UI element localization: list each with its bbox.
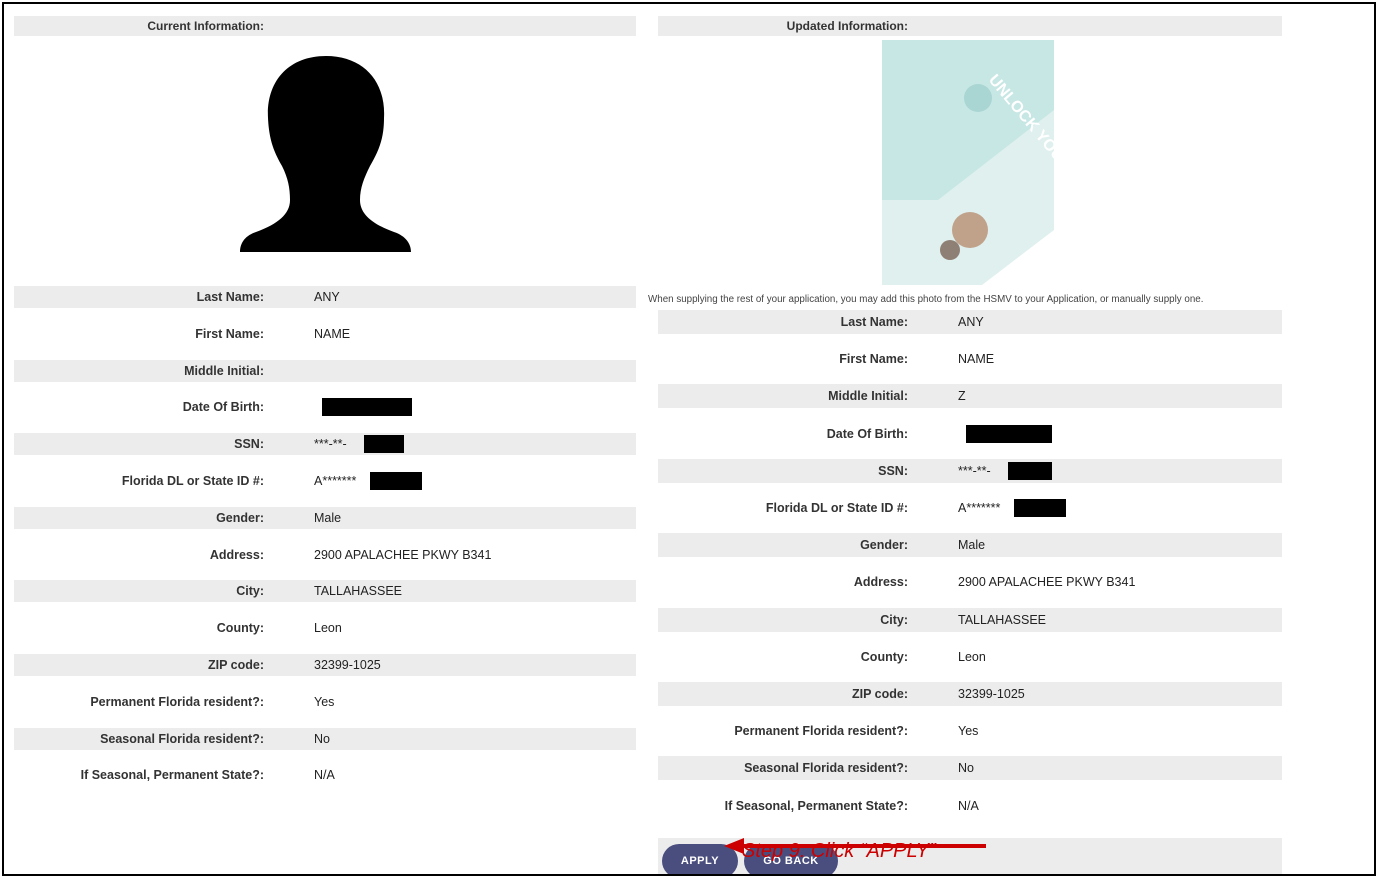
photo-note: When supplying the rest of your applicat… xyxy=(648,294,1204,305)
field-row: County: Leon xyxy=(658,645,1282,669)
current-photo xyxy=(14,36,636,286)
field-row: Date Of Birth: xyxy=(14,396,636,418)
field-row: ZIP code: 32399-1025 xyxy=(658,682,1282,706)
current-information-heading: Current Information: xyxy=(14,16,636,36)
field-value: 32399-1025 xyxy=(314,658,381,672)
field-label: City: xyxy=(236,584,264,599)
field-label: Date Of Birth: xyxy=(826,426,908,441)
redaction-bar xyxy=(363,435,404,454)
field-label: Gender: xyxy=(216,510,264,525)
updated-information-heading: Updated Information: xyxy=(658,16,1282,36)
field-label: Gender: xyxy=(860,538,908,553)
field-label: Address: xyxy=(853,575,908,590)
field-label: Permanent Florida resident?: xyxy=(90,694,264,709)
field-label: Seasonal Florida resident?: xyxy=(100,731,264,746)
field-value: Leon xyxy=(314,621,342,636)
field-value: ***-**- xyxy=(314,437,347,452)
step-callout: Step 9: Click “APPLY” xyxy=(742,840,936,862)
redaction-bar xyxy=(966,424,1052,443)
field-label: County: xyxy=(860,649,908,664)
field-value: NAME xyxy=(958,352,995,367)
field-value: N/A xyxy=(314,768,335,783)
field-row: Seasonal Florida resident?: No xyxy=(14,727,636,750)
field-row: First Name: NAME xyxy=(658,347,1282,371)
field-value: ***-**- xyxy=(958,463,991,478)
redaction-bar xyxy=(322,398,412,417)
field-value: ANY xyxy=(314,290,340,304)
field-row: Permanent Florida resident?: Yes xyxy=(658,719,1282,743)
field-label: City: xyxy=(880,612,908,627)
hsmv-photo-icon: UNLOCK YOUR POTENTIAL xyxy=(882,40,1058,285)
field-label: ZIP code: xyxy=(851,687,908,701)
field-value: NAME xyxy=(314,326,351,341)
field-row: If Seasonal, Permanent State?: N/A xyxy=(14,764,636,786)
field-row: City: TALLAHASSEE xyxy=(658,607,1282,632)
field-value: Yes xyxy=(958,724,979,739)
field-label: Date Of Birth: xyxy=(182,400,264,415)
field-row: Address: 2900 APALACHEE PKWY B341 xyxy=(14,544,636,566)
field-label: Florida DL or State ID #: xyxy=(765,501,908,515)
updated-photo: UNLOCK YOUR POTENTIAL xyxy=(658,36,1282,286)
field-row: SSN: ***-**- xyxy=(14,433,636,456)
field-value: A******* xyxy=(958,501,1001,515)
field-row: County: Leon xyxy=(14,617,636,639)
field-row: Permanent Florida resident?: Yes xyxy=(14,691,636,713)
field-row: If Seasonal, Permanent State?: N/A xyxy=(658,794,1282,818)
field-row: City: TALLAHASSEE xyxy=(14,580,636,603)
field-row: ZIP code: 32399-1025 xyxy=(14,654,636,676)
field-label: SSN: xyxy=(234,437,264,452)
field-label: Permanent Florida resident?: xyxy=(734,724,908,739)
field-row: Middle Initial: xyxy=(14,359,636,382)
field-label: Seasonal Florida resident?: xyxy=(744,761,908,776)
field-value: A******* xyxy=(314,474,357,488)
field-value: Male xyxy=(958,538,986,553)
field-label: SSN: xyxy=(878,463,908,478)
current-information-panel: Current Information: Last Name: ANY First … xyxy=(14,16,636,782)
field-row: Florida DL or State ID #: A******* xyxy=(14,470,636,492)
field-row: Florida DL or State ID #: A******* xyxy=(658,496,1282,520)
field-value: No xyxy=(314,731,330,746)
field-row: Gender: Male xyxy=(14,506,636,529)
field-label: If Seasonal, Permanent State?: xyxy=(724,798,908,813)
field-value: Leon xyxy=(958,649,986,664)
field-value: 32399-1025 xyxy=(958,687,1025,701)
field-value: TALLAHASSEE xyxy=(958,612,1047,627)
field-row: Seasonal Florida resident?: No xyxy=(658,756,1282,781)
field-row: Middle Initial: Z xyxy=(658,384,1282,409)
field-label: If Seasonal, Permanent State?: xyxy=(80,768,264,783)
screenshot-frame: Current Information: Last Name: ANY First … xyxy=(2,2,1376,876)
field-label: First Name: xyxy=(195,326,264,341)
field-value: N/A xyxy=(958,798,979,813)
field-value: No xyxy=(958,761,974,776)
field-value: TALLAHASSEE xyxy=(314,584,403,599)
field-row: Last Name: ANY xyxy=(658,310,1282,334)
field-label: ZIP code: xyxy=(207,658,264,672)
field-row: Gender: Male xyxy=(658,533,1282,558)
field-label: Address: xyxy=(209,547,264,562)
field-label: Last Name: xyxy=(196,290,264,304)
field-row: Address: 2900 APALACHEE PKWY B341 xyxy=(658,570,1282,594)
redaction-bar xyxy=(1007,461,1052,480)
updated-information-panel: Updated Information: UNLOCK YOUR POTENTI… xyxy=(648,16,1282,874)
redaction-bar xyxy=(370,472,422,490)
field-label: First Name: xyxy=(839,352,908,367)
field-value: Yes xyxy=(314,694,335,709)
field-value: ANY xyxy=(958,315,984,329)
silhouette-icon xyxy=(240,56,411,252)
field-label: Middle Initial: xyxy=(828,389,908,404)
field-label: Last Name: xyxy=(840,315,908,329)
field-value: 2900 APALACHEE PKWY B341 xyxy=(314,547,492,562)
field-label: Middle Initial: xyxy=(184,363,264,378)
field-label: Florida DL or State ID #: xyxy=(121,474,264,488)
field-value: Z xyxy=(958,389,966,404)
field-row: First Name: NAME xyxy=(14,323,636,345)
redaction-bar xyxy=(1014,499,1066,517)
field-value: Male xyxy=(314,510,342,525)
field-row: Date Of Birth: xyxy=(658,422,1282,446)
field-row: SSN: ***-**- xyxy=(658,458,1282,483)
field-value: 2900 APALACHEE PKWY B341 xyxy=(958,575,1136,590)
field-row: Last Name: ANY xyxy=(14,286,636,308)
field-label: County: xyxy=(216,621,264,636)
